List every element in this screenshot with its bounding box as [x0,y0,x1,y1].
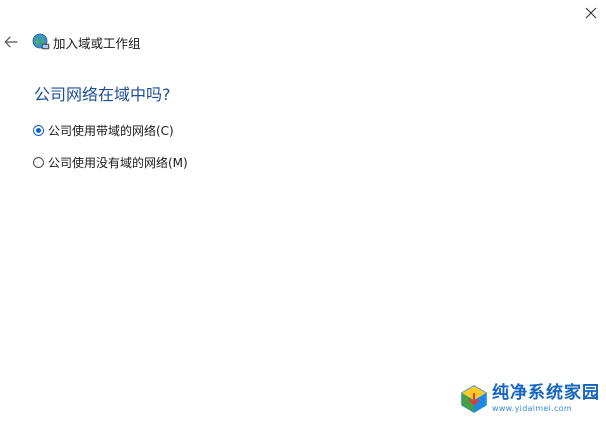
option-without-domain-label: 公司使用没有域的网络(M) [48,156,188,170]
domain-question-heading: 公司网络在域中吗? [34,85,171,104]
radio-with-domain[interactable] [33,125,44,136]
watermark-url: www.yidaimei.com [492,404,572,413]
radio-without-domain[interactable] [33,157,44,168]
option-with-domain-label: 公司使用带域的网络(C) [48,124,174,138]
join-domain-wizard-window: 加入域或工作组 公司网络在域中吗? 公司使用带域的网络(C) 公司使用没有域的网… [0,0,606,422]
option-with-domain[interactable]: 公司使用带域的网络(C) [33,122,174,139]
option-without-domain[interactable]: 公司使用没有域的网络(M) [33,154,188,171]
close-icon [585,7,597,19]
watermark-logo-icon [461,385,487,413]
back-button[interactable] [1,32,21,52]
watermark-title: 纯净系统家园 [492,383,600,403]
back-arrow-icon [4,36,18,48]
wizard-header: 加入域或工作组 [0,28,300,56]
network-globe-icon [32,33,50,51]
wizard-title: 加入域或工作组 [53,35,141,51]
watermark: 纯净系统家园 www.yidaimei.com [459,384,600,414]
close-button[interactable] [576,0,606,26]
